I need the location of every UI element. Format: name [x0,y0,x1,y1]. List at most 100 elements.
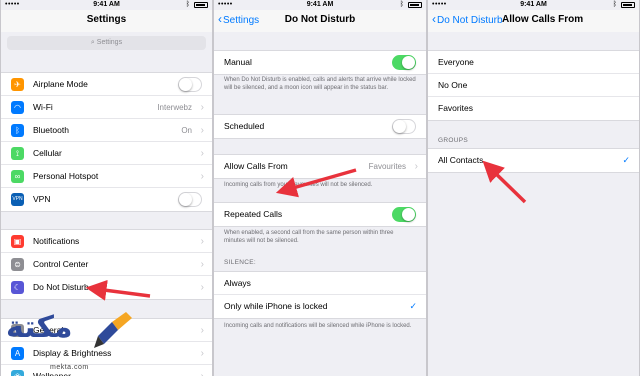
control-center-icon: ⊜ [11,258,24,271]
settings-row-label: Airplane Mode [33,79,88,89]
airplane-icon: ✈ [11,78,24,91]
settings-row-label: Personal Hotspot [33,171,99,181]
nav-bar: Settings [1,10,212,32]
chevron-right-icon: › [201,365,204,376]
settings-group-connectivity: ✈ Airplane Mode ◠ Wi-Fi Interwebz › ᛒ Bluetooth… [1,72,212,212]
settings-row-bluetooth[interactable]: ᛒ Bluetooth On › [1,119,212,142]
silence-option-label: Always [224,278,251,288]
chevron-right-icon: › [200,102,204,113]
checkmark-icon: ✓ [409,301,417,311]
repeated-calls-label: Repeated Calls [224,209,283,219]
settings-row-vpn[interactable]: VPN VPN [1,188,212,211]
watermark-text: مكتة [6,310,73,345]
scheduled-toggle[interactable] [392,119,416,134]
scheduled-group: Scheduled [214,114,426,139]
nav-bar: ‹Settings Do Not Disturb [214,10,426,32]
option-no-one[interactable]: No One [428,74,639,97]
settings-row-wi-fi[interactable]: ◠ Wi-Fi Interwebz › [1,96,212,119]
chevron-right-icon: › [200,236,204,247]
settings-row-label: Do Not Disturb [33,282,89,292]
manual-group: Manual [214,50,426,75]
wifi-icon: ◠ [11,101,24,114]
manual-toggle[interactable] [392,55,416,70]
settings-row-control-center[interactable]: ⊜ Control Center › [1,253,212,276]
notifications-icon: ▣ [11,235,24,248]
chevron-right-icon: › [200,325,204,336]
allow-calls-label: Allow Calls From [224,161,288,171]
settings-row-label: VPN [33,194,51,204]
allow-calls-group: Allow Calls From Favourites › [214,154,426,179]
allow-calls-from-screen: ••••• 9:41 AM ᛒ ‹Do Not Disturb Allow Ca… [427,0,640,376]
page-title: Settings [86,14,127,25]
battery-icon [194,2,208,8]
chevron-left-icon: ‹ [432,12,436,26]
option-everyone[interactable]: Everyone [428,51,639,74]
settings-row-do-not-disturb[interactable]: ☾ Do Not Disturb › [1,276,212,299]
toggle-switch[interactable] [178,192,202,207]
settings-row-label: Bluetooth [33,125,69,135]
repeated-calls-note: When enabled, a second call from the sam… [224,230,394,244]
allow-calls-from-row[interactable]: Allow Calls From Favourites › [214,155,426,178]
silence-option-locked[interactable]: Only while iPhone is locked ✓ [214,295,426,318]
settings-row-cellular[interactable]: ⟟ Cellular › [1,142,212,165]
repeated-calls-toggle[interactable] [392,207,416,222]
bluetooth-icon: ᛒ [185,1,190,8]
page-title: Do Not Disturb [284,14,356,25]
page-title: Allow Calls From [502,14,584,25]
option-all-contacts[interactable]: All Contacts ✓ [428,149,639,172]
bluetooth-icon: ᛒ [399,1,404,8]
settings-row-label: Control Center [33,259,89,269]
watermark-logo: مكتة mekta.com [2,300,152,376]
allow-calls-note: Incoming calls from your Favourites will… [224,182,373,188]
settings-row-notifications[interactable]: ▣ Notifications › [1,230,212,253]
vpn-icon: VPN [11,193,24,206]
bluetooth-icon: ᛒ [612,1,617,8]
checkmark-icon: ✓ [622,155,630,165]
search-input[interactable]: ⌕ Settings [7,36,206,50]
silence-note: Incoming calls and notifications will be… [224,323,412,329]
back-label: Do Not Disturb [437,15,503,26]
option-label: Favorites [438,103,473,113]
silence-option-always[interactable]: Always [214,272,426,295]
call-options-group: Everyone No One Favorites [428,50,639,121]
settings-row-label: Wi-Fi [33,102,53,112]
watermark-domain: mekta.com [50,364,89,371]
status-time: 9:41 AM [93,1,120,8]
nav-bar: ‹Do Not Disturb Allow Calls From [428,10,639,32]
bluetooth-icon: ᛒ [11,124,24,137]
chevron-right-icon: › [200,348,204,359]
toggle-switch[interactable] [178,77,202,92]
silence-group: Always Only while iPhone is locked ✓ [214,271,426,319]
chevron-right-icon: › [200,282,204,293]
chevron-right-icon: › [414,161,418,172]
manual-label: Manual [224,57,252,67]
settings-row-label: Cellular [33,148,62,158]
chevron-right-icon: › [200,125,204,136]
chevron-right-icon: › [200,148,204,159]
allow-calls-value: Favourites [368,162,406,171]
moon-icon: ☾ [11,281,24,294]
status-bar: ••••• 9:41 AM ᛒ [1,0,212,10]
status-time: 9:41 AM [520,1,547,8]
settings-row-airplane-mode[interactable]: ✈ Airplane Mode [1,73,212,96]
option-label: All Contacts [438,155,484,165]
repeated-calls-group: Repeated Calls [214,202,426,227]
option-label: Everyone [438,57,474,67]
chevron-right-icon: › [200,171,204,182]
repeated-calls-row: Repeated Calls [214,203,426,226]
groups-header: GROUPS [438,137,468,144]
settings-row-value: Interwebz [157,103,192,112]
hotspot-icon: ∞ [11,170,24,183]
option-favorites[interactable]: Favorites [428,97,639,120]
settings-row-label: Notifications [33,236,80,246]
silence-option-label: Only while iPhone is locked [224,301,328,311]
status-bar: ••••• 9:41 AM ᛒ [214,0,426,10]
cellular-icon: ⟟ [11,147,24,160]
back-button[interactable]: ‹Do Not Disturb [432,12,503,26]
manual-note: When Do Not Disturb is enabled, calls an… [224,77,416,91]
manual-row: Manual [214,51,426,74]
chevron-right-icon: › [200,259,204,270]
settings-row-personal-hotspot[interactable]: ∞ Personal Hotspot › [1,165,212,188]
groups-group: All Contacts ✓ [428,148,639,173]
silence-header: SILENCE: [224,259,257,266]
